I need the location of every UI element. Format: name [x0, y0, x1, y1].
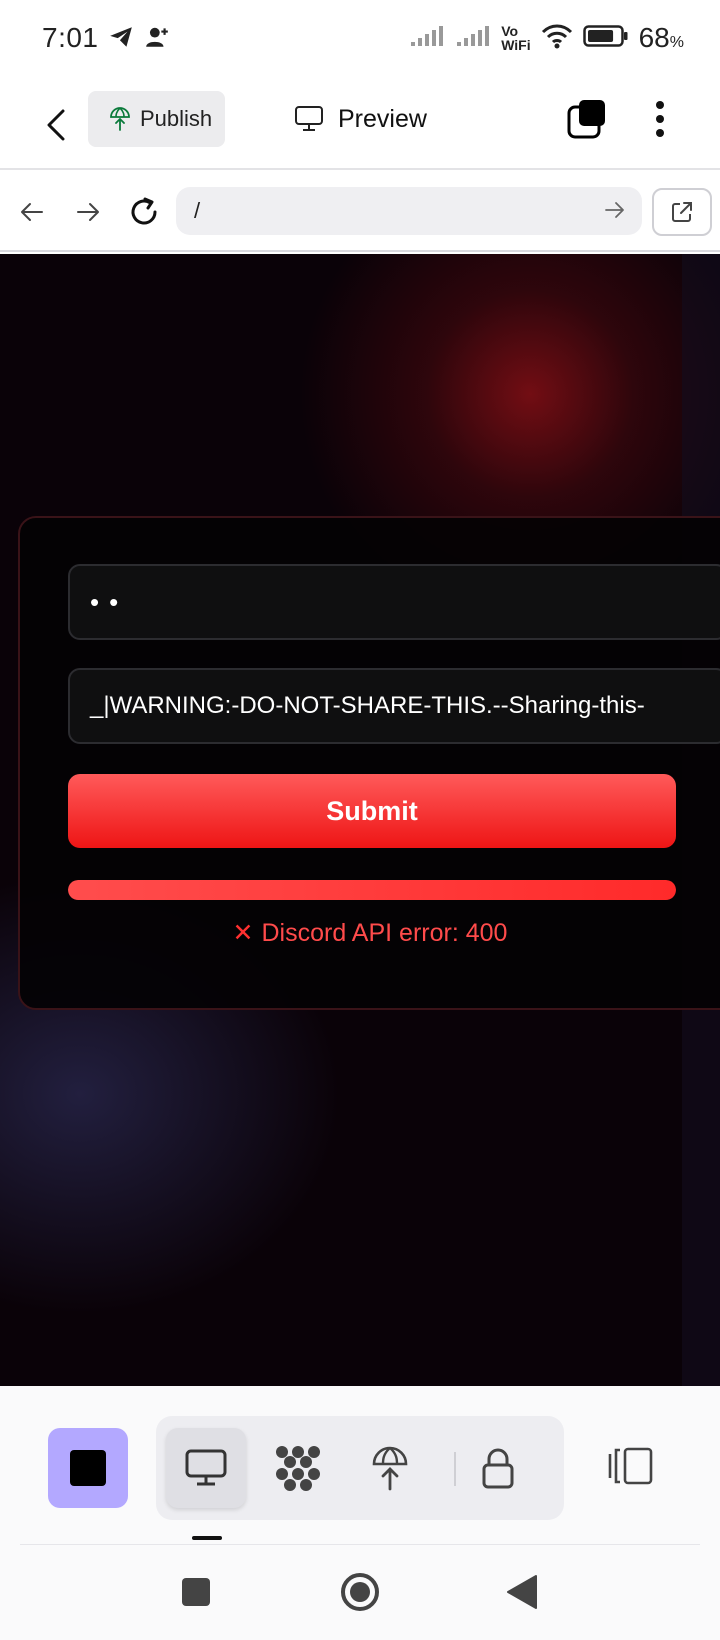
- publish-label: Publish: [140, 106, 213, 131]
- browser-forward-button[interactable]: [68, 192, 108, 232]
- chevron-left-icon: [47, 109, 65, 141]
- triangle-back-icon: [507, 1575, 537, 1609]
- token-input[interactable]: _|WARNING:-DO-NOT-SHARE-THIS.--Sharing-t…: [68, 668, 720, 744]
- browser-bar: [0, 172, 720, 252]
- apps-mode-button[interactable]: [258, 1428, 338, 1508]
- active-tab-indicator: [192, 1536, 222, 1540]
- vowifi-icon: Vo WiFi: [501, 24, 530, 52]
- error-message: ✕ Discord API error: 400: [20, 918, 720, 948]
- lock-mode-button[interactable]: [458, 1428, 538, 1508]
- error-x-icon: ✕: [232, 919, 254, 947]
- publish-icon: [372, 1446, 408, 1491]
- status-bar: 7:01 Vo WiFi 68%: [0, 0, 720, 80]
- password-input[interactable]: ••: [68, 564, 720, 640]
- system-back-button[interactable]: [498, 1568, 546, 1616]
- telegram-icon: [108, 24, 134, 55]
- arrow-right-icon: [77, 203, 99, 221]
- form-card: •• _|WARNING:-DO-NOT-SHARE-THIS.--Sharin…: [18, 516, 720, 1010]
- battery-percent-symbol: %: [669, 34, 684, 51]
- split-view-button[interactable]: [606, 1434, 656, 1498]
- reload-button[interactable]: [124, 192, 164, 232]
- status-system-icons: Vo WiFi 68%: [409, 22, 684, 54]
- password-dots: ••: [90, 586, 129, 617]
- arrow-right-icon: [605, 202, 624, 218]
- token-value: _|WARNING:-DO-NOT-SHARE-THIS.--Sharing-t…: [90, 692, 645, 719]
- open-external-button[interactable]: [652, 188, 712, 236]
- battery-percent-value: 68: [638, 22, 670, 53]
- battery-percentage: 68%: [639, 22, 684, 54]
- signal-icon: [409, 24, 445, 53]
- url-go-button[interactable]: [604, 199, 628, 223]
- progress-bar: [68, 880, 676, 900]
- progress-fill: [68, 880, 676, 900]
- app-toolbar: Publish Preview: [0, 80, 720, 170]
- home-button[interactable]: [336, 1568, 384, 1616]
- desktop-mode-button[interactable]: [166, 1428, 246, 1508]
- add-contact-icon: [144, 24, 170, 55]
- back-button[interactable]: [36, 98, 76, 152]
- android-nav-bar: [0, 1546, 720, 1640]
- layers-icon: [567, 100, 605, 139]
- submit-button[interactable]: Submit: [68, 774, 676, 848]
- lock-icon: [482, 1448, 514, 1489]
- preview-button[interactable]: Preview: [294, 96, 427, 142]
- monitor-icon: [295, 106, 323, 131]
- layers-button[interactable]: [566, 98, 608, 140]
- home-icon: [341, 1573, 379, 1611]
- apps-grid-icon: [276, 1446, 320, 1491]
- status-notification-icons: [108, 24, 170, 55]
- wifi-icon: [541, 23, 573, 54]
- more-vertical-icon: [656, 101, 664, 137]
- battery-icon: [582, 24, 629, 53]
- publish-button[interactable]: Publish: [88, 91, 225, 147]
- reload-icon: [131, 197, 157, 225]
- stop-icon: [70, 1450, 106, 1486]
- arrow-left-icon: [21, 203, 43, 221]
- error-text: Discord API error: 400: [261, 919, 508, 947]
- signal-icon: [455, 24, 491, 53]
- status-time: 7:01: [42, 22, 99, 53]
- external-link-icon: [672, 202, 692, 222]
- publish-mode-button[interactable]: [350, 1428, 430, 1508]
- more-options-button[interactable]: [642, 96, 678, 142]
- dock-separator: [20, 1544, 700, 1545]
- vowifi-top-label: Vo: [501, 23, 519, 39]
- url-field[interactable]: [176, 187, 642, 235]
- vowifi-bottom-label: WiFi: [501, 37, 531, 53]
- stop-button[interactable]: [48, 1428, 128, 1508]
- url-input[interactable]: [194, 198, 594, 224]
- recents-icon: [182, 1578, 210, 1606]
- mode-switcher: [156, 1416, 564, 1520]
- browser-back-button[interactable]: [12, 192, 52, 232]
- mode-divider: [454, 1452, 456, 1486]
- split-view-icon: [608, 1447, 653, 1485]
- publish-icon: [110, 107, 130, 131]
- desktop-icon: [185, 1449, 227, 1486]
- preview-label: Preview: [338, 104, 427, 133]
- bottom-dock: [0, 1386, 720, 1546]
- recents-button[interactable]: [172, 1568, 220, 1616]
- web-preview-area: •• _|WARNING:-DO-NOT-SHARE-THIS.--Sharin…: [0, 254, 720, 1386]
